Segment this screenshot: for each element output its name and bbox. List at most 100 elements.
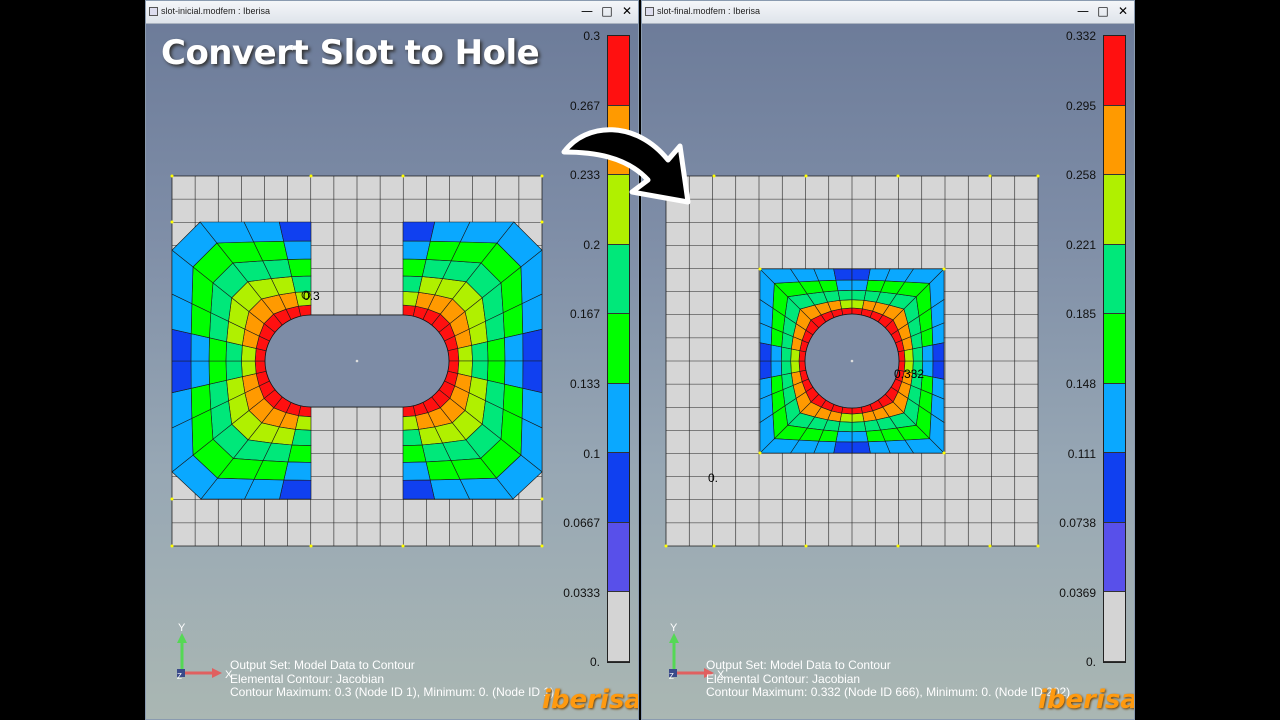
iberisa-logo: iberisa [542, 685, 639, 715]
minimize-button[interactable]: — [1076, 3, 1090, 19]
left-title-bar[interactable]: slot-inicial.modfem : Iberisa — □ ✕ [146, 1, 638, 24]
mesh-element [851, 431, 869, 443]
mesh-element [287, 258, 312, 277]
scale-tick-label: 0.148 [1065, 377, 1096, 391]
left-viewer-window: slot-inicial.modfem : Iberisa — □ ✕ Conv… [145, 0, 639, 720]
mesh-element [851, 289, 867, 301]
output-set-line: Output Set: Model Data to Contour [706, 658, 891, 672]
mesh-element [851, 412, 865, 423]
right-title-bar[interactable]: slot-final.modfem : Iberisa — □ ✕ [642, 1, 1134, 24]
right-window-title: slot-final.modfem : Iberisa [657, 6, 761, 16]
mesh-element [790, 360, 801, 374]
mesh-element [780, 346, 792, 362]
mesh-element [851, 441, 871, 454]
mesh-node [170, 220, 174, 224]
scale-tick-label: 0.185 [1065, 307, 1096, 322]
mesh-node [170, 174, 174, 178]
mesh-element [851, 279, 869, 291]
mesh-node [988, 174, 992, 178]
mesh-node [1036, 544, 1040, 548]
mesh-element [402, 429, 423, 446]
close-button[interactable]: ✕ [620, 3, 634, 19]
scale-tick-label: 0. [589, 655, 600, 670]
mesh-node [540, 544, 544, 548]
mesh-node [1036, 174, 1040, 178]
mesh-element [241, 360, 257, 378]
mesh-node [401, 544, 405, 548]
left-window-title: slot-inicial.modfem : Iberisa [161, 6, 271, 16]
mesh-element [851, 421, 867, 433]
scale-band [608, 36, 629, 106]
mesh-element [402, 415, 419, 431]
mesh-node [540, 174, 544, 178]
scale-tick-label: 0.221 [1065, 237, 1096, 252]
mesh-element [770, 360, 782, 378]
scale-tick-label: 0.133 [569, 377, 600, 391]
mesh-element [402, 240, 431, 260]
mesh-node [401, 174, 405, 178]
mesh-element [837, 289, 853, 301]
scale-band [1104, 105, 1125, 176]
mesh-node [942, 267, 946, 271]
scale-band [608, 244, 629, 315]
mesh-element [402, 221, 436, 242]
mesh-element [171, 328, 192, 362]
scale-tick-label: 0. [1085, 655, 1096, 670]
mesh-element [225, 360, 243, 381]
mesh-element [835, 279, 853, 291]
right-model-canvas[interactable]: 0.332 0. 0.332 0.295 0.258 0.221 0.185 0.148 0… [642, 23, 1135, 720]
axis-y-label: Y [670, 622, 678, 634]
scale-band [1104, 175, 1125, 245]
mesh-element [837, 421, 853, 433]
mesh-element [522, 360, 543, 394]
mesh-element [171, 360, 192, 394]
mesh-element [932, 342, 945, 362]
iberisa-logo: iberisa [1038, 685, 1135, 715]
maximize-button[interactable]: □ [600, 3, 614, 19]
mesh-element [932, 360, 945, 380]
scale-band [608, 592, 629, 662]
elemental-contour-line: Elemental Contour: Jacobian [706, 671, 861, 686]
mesh-element [903, 348, 914, 362]
mesh-element [283, 461, 312, 481]
mesh-element [278, 221, 312, 242]
scale-band [608, 383, 629, 454]
mesh-element [790, 348, 801, 362]
axis-z-label: Z [669, 672, 674, 681]
scale-band [1104, 383, 1125, 454]
scale-band [1104, 592, 1125, 662]
mesh-element [835, 431, 853, 443]
maximize-button[interactable]: □ [1096, 3, 1110, 19]
mesh-element [833, 268, 853, 281]
scale-tick-label: 0.1 [583, 446, 600, 461]
mesh-element [402, 405, 416, 418]
mesh-element [402, 479, 435, 500]
mesh-node [309, 544, 313, 548]
mesh-element [298, 304, 312, 317]
scale-band [1104, 522, 1125, 593]
minimize-button[interactable]: — [580, 3, 594, 19]
mesh-element [780, 360, 792, 376]
mesh-element [402, 461, 431, 481]
mesh-element [912, 346, 924, 362]
mesh-node [988, 544, 992, 548]
close-button[interactable]: ✕ [1116, 3, 1130, 19]
mesh-node [540, 220, 544, 224]
mesh-element [770, 344, 782, 362]
mesh-element [471, 341, 489, 362]
mesh-node [170, 544, 174, 548]
scale-tick-label: 0.111 [1067, 446, 1096, 461]
mesh-element [759, 360, 772, 380]
scale-tick-label: 0.295 [1065, 98, 1096, 113]
right-viewer-window: slot-final.modfem : Iberisa — □ ✕ 0.332 … [641, 0, 1135, 720]
mesh-element [283, 240, 312, 260]
mesh-element [833, 441, 853, 454]
app-icon [149, 7, 158, 16]
banner-title: Convert Slot to Hole [161, 33, 540, 73]
mesh-element [851, 299, 865, 310]
mesh-node [758, 267, 762, 271]
mesh-node [804, 544, 808, 548]
scale-band [608, 522, 629, 593]
hole-contour-mesh[interactable] [642, 23, 1134, 720]
scale-tick-label: 0.167 [569, 307, 600, 322]
